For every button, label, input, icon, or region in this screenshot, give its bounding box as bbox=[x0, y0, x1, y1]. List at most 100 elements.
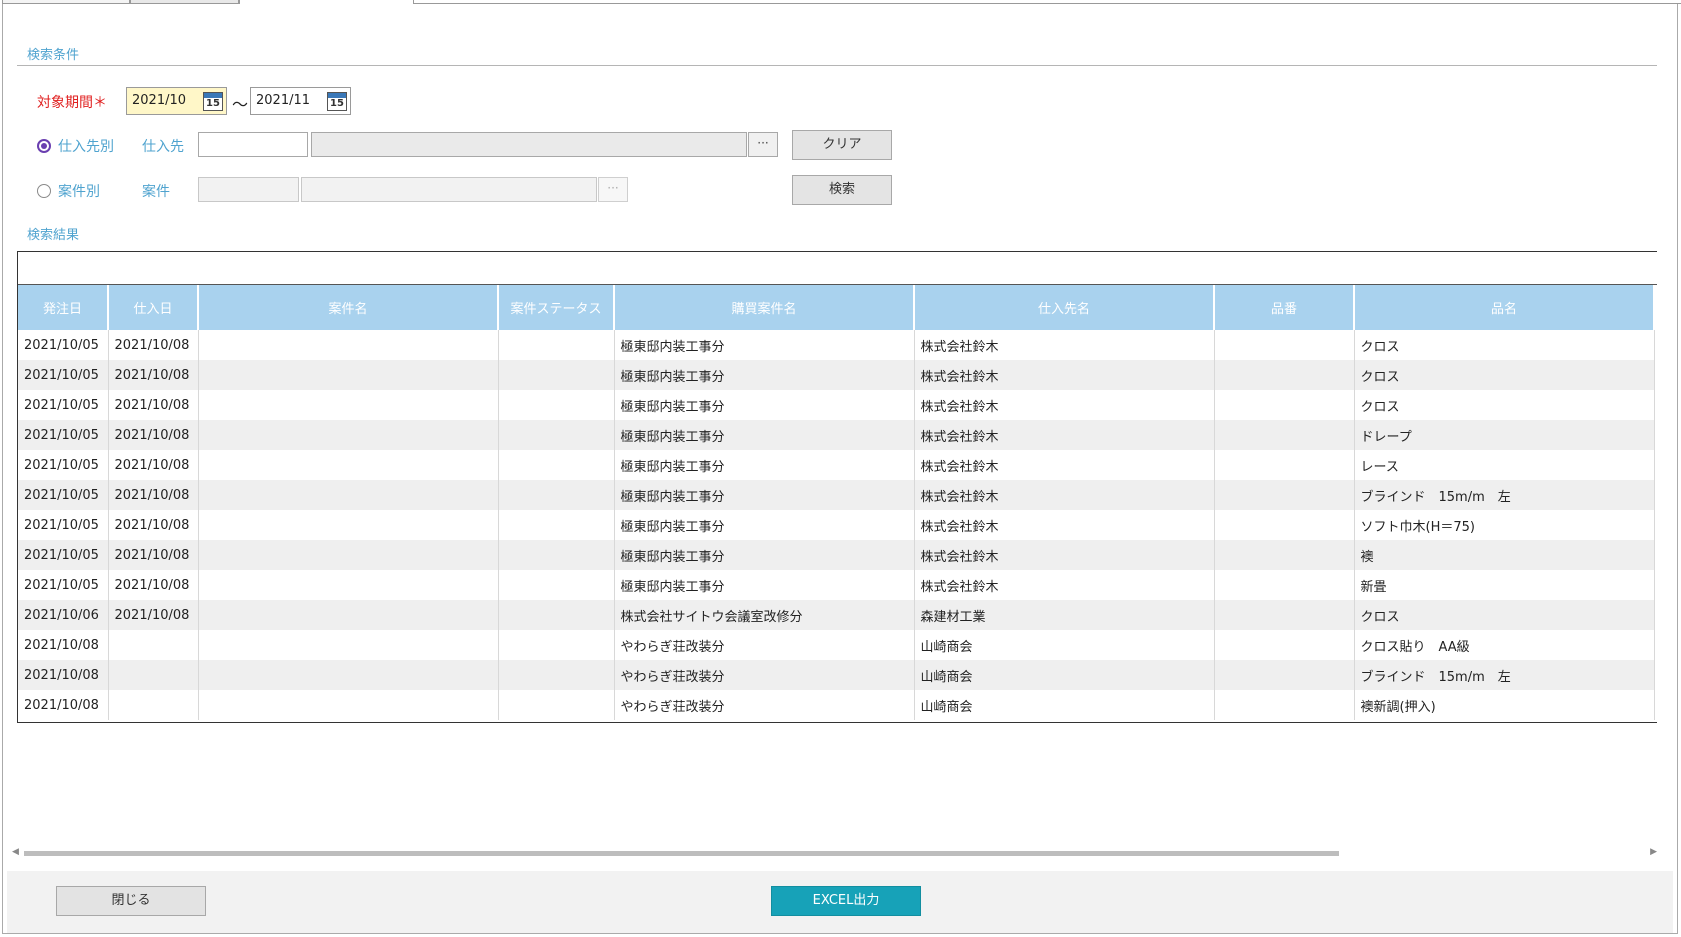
table-cell bbox=[1214, 600, 1355, 630]
calendar-icon[interactable]: 15 bbox=[327, 92, 347, 111]
col-header-project-status[interactable]: 案件ステータス bbox=[498, 285, 615, 330]
table-header-row: 発注日 仕入日 案件名 案件ステータス 購買案件名 仕入先名 品番 品名 bbox=[18, 285, 1655, 330]
table-cell: 2021/10/08 bbox=[108, 510, 199, 540]
project-mode-radio[interactable] bbox=[37, 184, 51, 198]
table-row[interactable]: 2021/10/05 2021/10/08 極東邸内装工事分 株式会社鈴木 レース bbox=[18, 450, 1655, 480]
supplier-browse-button[interactable]: ··· bbox=[748, 132, 778, 157]
table-row[interactable]: 2021/10/05 2021/10/08 極東邸内装工事分 株式会社鈴木 ドレープ bbox=[18, 420, 1655, 450]
footer-bar: 閉じる EXCEL出力 bbox=[7, 871, 1673, 933]
search-section-title: 検索条件 bbox=[27, 48, 80, 63]
table-cell: 2021/10/05 bbox=[18, 420, 109, 450]
project-mode-label[interactable]: 案件別 bbox=[58, 181, 100, 201]
table-cell bbox=[198, 360, 499, 390]
period-to-value: 2021/11 bbox=[256, 93, 311, 108]
table-cell bbox=[1214, 450, 1355, 480]
scroll-left-arrow-icon[interactable]: ◀ bbox=[12, 847, 19, 857]
table-cell bbox=[198, 600, 499, 630]
supplier-field-label: 仕入先 bbox=[142, 139, 184, 155]
table-cell: 2021/10/08 bbox=[108, 420, 199, 450]
table-cell: 極東邸内装工事分 bbox=[614, 510, 915, 540]
table-cell: ブラインド 15m/m 左 bbox=[1354, 660, 1655, 690]
table-cell: 2021/10/08 bbox=[108, 330, 199, 360]
table-cell bbox=[1214, 390, 1355, 420]
table-cell: やわらぎ荘改装分 bbox=[614, 690, 915, 720]
supplier-mode-radio[interactable] bbox=[37, 139, 51, 153]
table-cell: 山崎商会 bbox=[914, 690, 1215, 720]
table-cell: ソフト巾木(H＝75) bbox=[1354, 510, 1655, 540]
table-cell bbox=[498, 600, 615, 630]
col-header-purchase-date[interactable]: 仕入日 bbox=[108, 285, 199, 330]
close-button[interactable]: 閉じる bbox=[56, 886, 206, 916]
table-cell: 極東邸内装工事分 bbox=[614, 330, 915, 360]
col-header-item-name[interactable]: 品名 bbox=[1354, 285, 1655, 330]
results-grid: 発注日 仕入日 案件名 案件ステータス 購買案件名 仕入先名 品番 品名 202… bbox=[17, 251, 1657, 723]
clear-button[interactable]: クリア bbox=[792, 130, 892, 160]
table-cell: 襖 bbox=[1354, 540, 1655, 570]
table-row[interactable]: 2021/10/05 2021/10/08 極東邸内装工事分 株式会社鈴木 襖 bbox=[18, 540, 1655, 570]
table-row[interactable]: 2021/10/05 2021/10/08 極東邸内装工事分 株式会社鈴木 ブラインド … bbox=[18, 480, 1655, 510]
scrollbar-thumb[interactable] bbox=[24, 851, 1339, 856]
table-cell: 極東邸内装工事分 bbox=[614, 570, 915, 600]
table-cell bbox=[498, 630, 615, 660]
table-cell: 2021/10/08 bbox=[18, 690, 109, 720]
table-row[interactable]: 2021/10/05 2021/10/08 極東邸内装工事分 株式会社鈴木 クロス bbox=[18, 360, 1655, 390]
col-header-supplier-name[interactable]: 仕入先名 bbox=[914, 285, 1215, 330]
supplier-code-input[interactable] bbox=[198, 132, 308, 157]
col-header-purchase-project[interactable]: 購買案件名 bbox=[614, 285, 915, 330]
table-cell: やわらぎ荘改装分 bbox=[614, 630, 915, 660]
table-row[interactable]: 2021/10/08 やわらぎ荘改装分 山崎商会 襖新調(押入) bbox=[18, 690, 1655, 720]
search-button[interactable]: 検索 bbox=[792, 175, 892, 205]
period-from-field[interactable]: 2021/10 15 bbox=[126, 87, 227, 115]
period-to-field[interactable]: 2021/11 15 bbox=[250, 87, 351, 115]
table-cell bbox=[1214, 330, 1355, 360]
calendar-icon[interactable]: 15 bbox=[203, 92, 223, 111]
table-cell bbox=[498, 570, 615, 600]
table-cell bbox=[1214, 360, 1355, 390]
table-row[interactable]: 2021/10/05 2021/10/08 極東邸内装工事分 株式会社鈴木 クロス bbox=[18, 330, 1655, 360]
table-cell bbox=[198, 660, 499, 690]
table-row[interactable]: 2021/10/06 2021/10/08 株式会社サイトウ会議室改修分 森建材工業 ク… bbox=[18, 600, 1655, 630]
col-header-order-date[interactable]: 発注日 bbox=[18, 285, 109, 330]
table-cell: 極東邸内装工事分 bbox=[614, 540, 915, 570]
results-table: 発注日 仕入日 案件名 案件ステータス 購買案件名 仕入先名 品番 品名 202… bbox=[18, 285, 1655, 720]
table-cell: ドレープ bbox=[1354, 420, 1655, 450]
table-cell bbox=[198, 570, 499, 600]
scroll-right-arrow-icon[interactable]: ▶ bbox=[1650, 847, 1657, 857]
table-cell: 森建材工業 bbox=[914, 600, 1215, 630]
table-cell: 株式会社鈴木 bbox=[914, 360, 1215, 390]
excel-export-button[interactable]: EXCEL出力 bbox=[771, 886, 921, 916]
grid-toolbar bbox=[18, 252, 1657, 285]
table-cell: 株式会社鈴木 bbox=[914, 540, 1215, 570]
table-cell: 2021/10/08 bbox=[108, 360, 199, 390]
table-cell: 2021/10/06 bbox=[18, 600, 109, 630]
table-cell bbox=[1214, 630, 1355, 660]
supplier-mode-label[interactable]: 仕入先別 bbox=[58, 136, 114, 156]
table-cell bbox=[498, 450, 615, 480]
table-cell bbox=[198, 330, 499, 360]
table-cell bbox=[1214, 570, 1355, 600]
table-cell: 極東邸内装工事分 bbox=[614, 420, 915, 450]
table-cell bbox=[108, 660, 199, 690]
period-from-value: 2021/10 bbox=[132, 93, 187, 108]
table-cell: 株式会社鈴木 bbox=[914, 570, 1215, 600]
table-cell: 株式会社鈴木 bbox=[914, 510, 1215, 540]
table-cell bbox=[498, 660, 615, 690]
project-browse-button[interactable]: ··· bbox=[598, 177, 628, 202]
table-row[interactable]: 2021/10/08 やわらぎ荘改装分 山崎商会 ブラインド 15m/m 左 bbox=[18, 660, 1655, 690]
table-cell bbox=[1214, 660, 1355, 690]
col-header-project-name[interactable]: 案件名 bbox=[198, 285, 499, 330]
table-cell: 株式会社鈴木 bbox=[914, 420, 1215, 450]
table-cell: 極東邸内装工事分 bbox=[614, 390, 915, 420]
table-row[interactable]: 2021/10/05 2021/10/08 極東邸内装工事分 株式会社鈴木 新畳 bbox=[18, 570, 1655, 600]
table-row[interactable]: 2021/10/08 やわらぎ荘改装分 山崎商会 クロス貼り AA級 bbox=[18, 630, 1655, 660]
table-cell: 2021/10/05 bbox=[18, 330, 109, 360]
table-cell bbox=[198, 420, 499, 450]
table-row[interactable]: 2021/10/05 2021/10/08 極東邸内装工事分 株式会社鈴木 ソフト巾木(… bbox=[18, 510, 1655, 540]
table-cell: 極東邸内装工事分 bbox=[614, 360, 915, 390]
table-row[interactable]: 2021/10/05 2021/10/08 極東邸内装工事分 株式会社鈴木 クロス bbox=[18, 390, 1655, 420]
horizontal-scrollbar[interactable]: ◀ ▶ bbox=[12, 847, 1657, 858]
table-cell: 襖新調(押入) bbox=[1354, 690, 1655, 720]
col-header-item-code[interactable]: 品番 bbox=[1214, 285, 1355, 330]
project-code-input[interactable] bbox=[198, 177, 299, 202]
table-cell: クロス bbox=[1354, 600, 1655, 630]
